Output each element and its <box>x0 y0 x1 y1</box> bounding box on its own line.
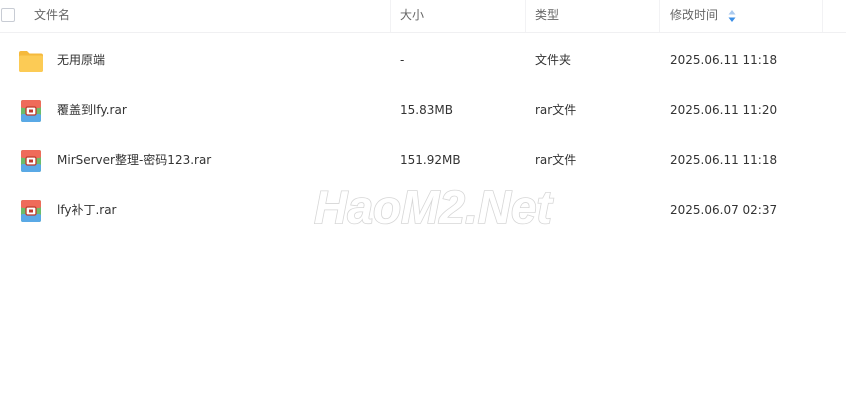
file-size: 151.92MB <box>400 153 461 167</box>
file-modified: 2025.06.11 11:18 <box>670 53 778 67</box>
file-type: rar文件 <box>535 153 577 167</box>
file-name[interactable]: 覆盖到lfy.rar <box>57 85 127 135</box>
file-list-header: 文件名 大小 类型 修改时间 <box>0 0 846 33</box>
rar-archive-icon <box>21 100 41 122</box>
file-name[interactable]: 无用原端 <box>57 35 105 85</box>
column-divider <box>822 0 824 32</box>
file-name[interactable]: MirServer整理-密码123.rar <box>57 135 211 185</box>
rar-archive-icon <box>21 200 41 222</box>
file-row[interactable]: lfy补丁.rar 2025.06.07 02:37 <box>0 185 846 235</box>
column-header-modified[interactable]: 修改时间 <box>659 0 718 32</box>
file-row[interactable]: 覆盖到lfy.rar 15.83MB rar文件 2025.06.11 11:2… <box>0 85 846 135</box>
file-size: 15.83MB <box>400 103 453 117</box>
sort-icon[interactable] <box>727 9 737 23</box>
file-row[interactable]: 无用原端 - 文件夹 2025.06.11 11:18 <box>0 35 846 85</box>
file-modified: 2025.06.11 11:18 <box>670 153 778 167</box>
column-header-type[interactable]: 类型 <box>525 0 559 32</box>
column-header-size[interactable]: 大小 <box>390 0 424 32</box>
select-all-checkbox[interactable] <box>1 8 15 22</box>
file-type: rar文件 <box>535 103 577 117</box>
rar-archive-icon <box>21 150 41 172</box>
file-modified: 2025.06.07 02:37 <box>670 203 778 217</box>
file-modified: 2025.06.11 11:20 <box>670 103 778 117</box>
column-header-name[interactable]: 文件名 <box>34 0 70 32</box>
file-type: 文件夹 <box>535 53 572 67</box>
file-name[interactable]: lfy补丁.rar <box>57 185 117 235</box>
folder-icon <box>19 51 43 72</box>
file-row[interactable]: MirServer整理-密码123.rar 151.92MB rar文件 202… <box>0 135 846 185</box>
file-size: - <box>400 53 405 67</box>
